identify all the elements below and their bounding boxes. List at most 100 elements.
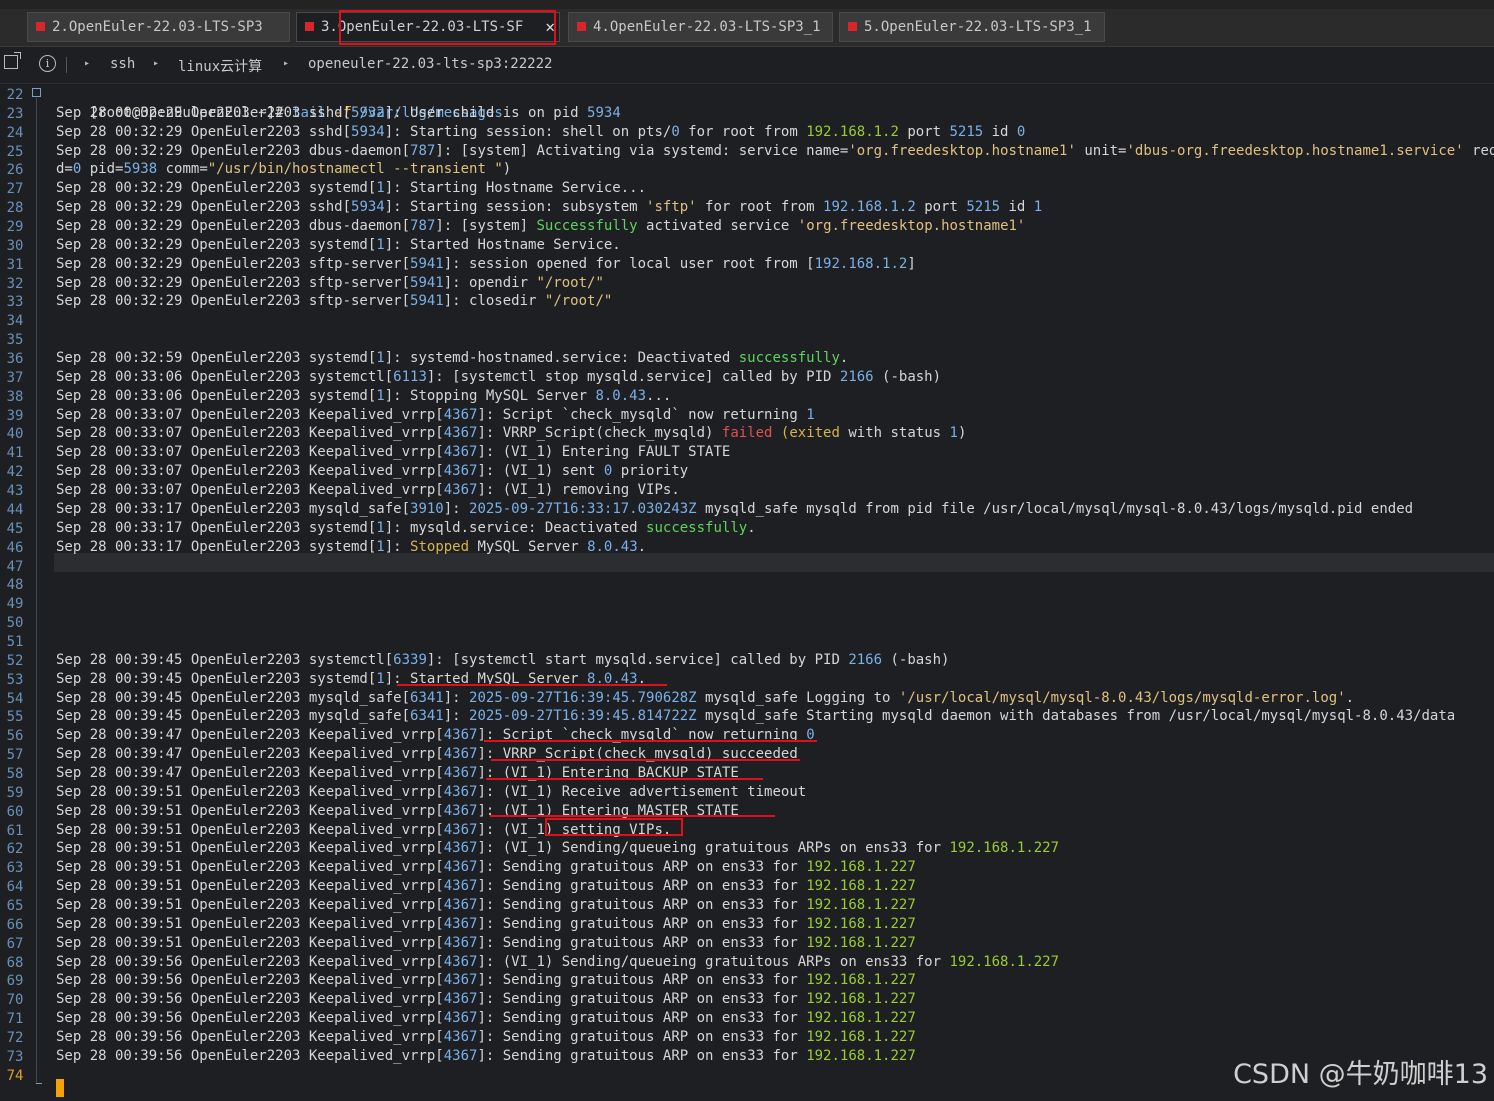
log-line: Sep 28 00:33:06 OpenEuler2203 systemd[1]…: [56, 387, 671, 406]
log-segment: Sep 28 00:39:51 OpenEuler2203 Keepalived…: [56, 859, 444, 876]
log-line: Sep 28 00:39:56 OpenEuler2203 Keepalived…: [56, 1009, 916, 1028]
log-segment: "/usr/bin/hostnamectl --transient ": [207, 161, 503, 178]
annotation-underline: [491, 759, 800, 761]
log-segment: 4367: [443, 482, 478, 499]
log-segment: ...: [646, 387, 672, 404]
log-line: Sep 28 00:32:59 OpenEuler2203 systemd[1]…: [56, 349, 848, 368]
log-segment: ]:: [443, 689, 470, 706]
log-segment: ]: Starting session: shell on pts/: [384, 123, 672, 140]
session-status-icon: [305, 22, 314, 31]
log-segment: 2166: [848, 651, 883, 668]
log-segment: ]: (VI_1) Receive advertisement timeout: [477, 783, 807, 800]
line-number: 52: [6, 652, 24, 669]
log-segment: ]: Sending gratuitous ARP on ens33 for: [477, 915, 807, 932]
log-segment: Sep 28 00:32:29 OpenEuler2203 sshd[: [56, 123, 352, 140]
log-line: Sep 28 00:32:29 OpenEuler2203 systemd[1]…: [56, 179, 646, 198]
line-number: 31: [6, 256, 24, 273]
line-number: 42: [6, 464, 24, 481]
log-segment: Stopped: [410, 538, 470, 555]
log-segment: ]: Script `check_mysqld` now returning: [477, 406, 807, 423]
breadcrumb-group[interactable]: linux云计算: [178, 56, 262, 76]
tab-highlight-box: [339, 10, 556, 45]
log-segment: Sep 28 00:32:59 OpenEuler2203 systemd[: [56, 350, 377, 367]
log-line: Sep 28 00:39:56 OpenEuler2203 Keepalived…: [56, 1047, 916, 1066]
new-window-icon[interactable]: [4, 52, 21, 69]
log-segment: 'sftp': [646, 199, 697, 216]
log-segment: unit=: [1075, 142, 1127, 159]
line-number: 53: [6, 671, 24, 688]
fold-collapse-icon[interactable]: [32, 88, 41, 97]
log-segment: Sep 28 00:39:45 OpenEuler2203 mysqld_saf…: [56, 708, 411, 725]
log-segment: 4367: [443, 1047, 478, 1064]
log-segment: 6341: [410, 708, 444, 725]
line-number: 50: [6, 615, 24, 632]
log-segment: 4367: [443, 802, 478, 819]
log-segment: 1: [376, 350, 385, 367]
log-segment: Sep 28 00:32:29 OpenEuler2203 sftp-serve…: [56, 255, 411, 272]
log-segment: 4367: [443, 746, 478, 763]
log-segment: Sep 28 00:39:51 OpenEuler2203 Keepalived…: [56, 783, 444, 800]
log-segment: 4367: [443, 463, 478, 480]
log-segment: .: [747, 519, 756, 536]
log-line: Sep 28 00:33:07 OpenEuler2203 Keepalived…: [56, 406, 815, 425]
terminal-output[interactable]: [root@OpenEuler2203 ~]# tail -f /var/log…: [56, 84, 1494, 1101]
log-segment: .: [637, 538, 647, 555]
log-segment: ]: Sending gratuitous ARP on ens33 for: [477, 991, 807, 1008]
annotation-underline: [486, 778, 763, 780]
line-number: 40: [6, 426, 24, 443]
log-segment: Sep 28 00:32:29 OpenEuler2203 dbus-daemo…: [56, 218, 411, 235]
log-segment: Successfully: [536, 218, 638, 235]
log-line: Sep 28 00:39:47 OpenEuler2203 Keepalived…: [56, 726, 815, 745]
info-icon[interactable]: i: [39, 55, 56, 72]
tab-session-2[interactable]: 2.OpenEuler-22.03-LTS-SP3: [27, 12, 290, 42]
log-segment: 5934: [351, 123, 385, 140]
log-segment: ): [957, 425, 967, 442]
tab-session-5[interactable]: 5.OpenEuler-22.03-LTS-SP3_1: [839, 12, 1105, 42]
line-number: 64: [6, 879, 24, 896]
log-segment: ]: [systemctl start mysqld.service] call…: [426, 651, 849, 668]
log-segment: ]:: [384, 538, 411, 555]
breadcrumb-host[interactable]: openeuler-22.03-lts-sp3:22222: [308, 56, 552, 72]
log-segment: Sep 28 00:33:07 OpenEuler2203 Keepalived…: [56, 463, 444, 480]
log-segment: 5938: [123, 161, 158, 178]
log-segment: 4367: [443, 1029, 478, 1045]
log-segment: 5941: [410, 255, 444, 272]
log-segment: ]: (VI_1) Sending/queueing gratuitous AR…: [477, 840, 950, 857]
log-segment: .: [839, 350, 849, 367]
log-segment: ]: Sending gratuitous ARP on ens33 for: [477, 972, 807, 989]
breadcrumb-ssh[interactable]: ssh: [110, 56, 135, 72]
log-segment: .: [1345, 689, 1355, 706]
log-segment: comm=: [157, 161, 208, 178]
log-line: Sep 28 00:32:29 OpenEuler2203 systemd[1]…: [56, 236, 621, 255]
log-segment: ]: Sending gratuitous ARP on ens33 for: [477, 859, 807, 876]
log-segment: mysqld_safe Starting mysqld daemon with …: [696, 708, 1456, 725]
log-segment: Sep 28 00:32:29 OpenEuler2203 sftp-serve…: [56, 274, 411, 291]
log-segment: Sep 28 00:39:51 OpenEuler2203 Keepalived…: [56, 934, 444, 951]
log-segment: ]: (VI_1) sent: [477, 463, 604, 480]
line-number: 23: [6, 105, 24, 122]
log-line: Sep 28 00:39:51 OpenEuler2203 Keepalived…: [56, 858, 916, 877]
log-segment: successfully: [646, 519, 748, 536]
log-segment: 192.168.1.2: [814, 255, 908, 272]
log-segment: Sep 28 00:33:07 OpenEuler2203 Keepalived…: [56, 406, 444, 423]
log-line: Sep 28 00:32:29 OpenEuler2203 sftp-serve…: [56, 292, 612, 311]
log-segment: 1: [376, 387, 385, 404]
log-segment: 1: [376, 538, 385, 555]
annotation-box: [545, 818, 683, 836]
log-segment: for root from: [679, 123, 807, 140]
log-segment: 192.168.1.2: [823, 199, 916, 216]
tab-session-4[interactable]: 4.OpenEuler-22.03-LTS-SP3_1: [568, 12, 833, 42]
log-segment: Sep 28 00:39:56 OpenEuler2203 Keepalived…: [56, 1010, 444, 1027]
log-segment: Sep 28 00:39:56 OpenEuler2203 Keepalived…: [56, 1029, 444, 1045]
log-line: Sep 28 00:39:56 OpenEuler2203 Keepalived…: [56, 1028, 916, 1047]
log-segment: 192.168.1.227: [806, 896, 916, 913]
log-segment: ]: Started Hostname Service.: [384, 236, 621, 253]
annotation-underline: [397, 684, 667, 686]
line-number: 72: [6, 1030, 24, 1046]
log-segment: 192.168.1.227: [806, 1029, 916, 1045]
log-segment: MySQL Server: [469, 538, 588, 555]
log-line: Sep 28 00:39:56 OpenEuler2203 Keepalived…: [56, 990, 916, 1009]
log-line: Sep 28 00:39:51 OpenEuler2203 Keepalived…: [56, 934, 916, 953]
log-segment: ]: [907, 255, 916, 272]
log-line: Sep 28 00:32:29 OpenEuler2203 sftp-serve…: [56, 274, 604, 293]
